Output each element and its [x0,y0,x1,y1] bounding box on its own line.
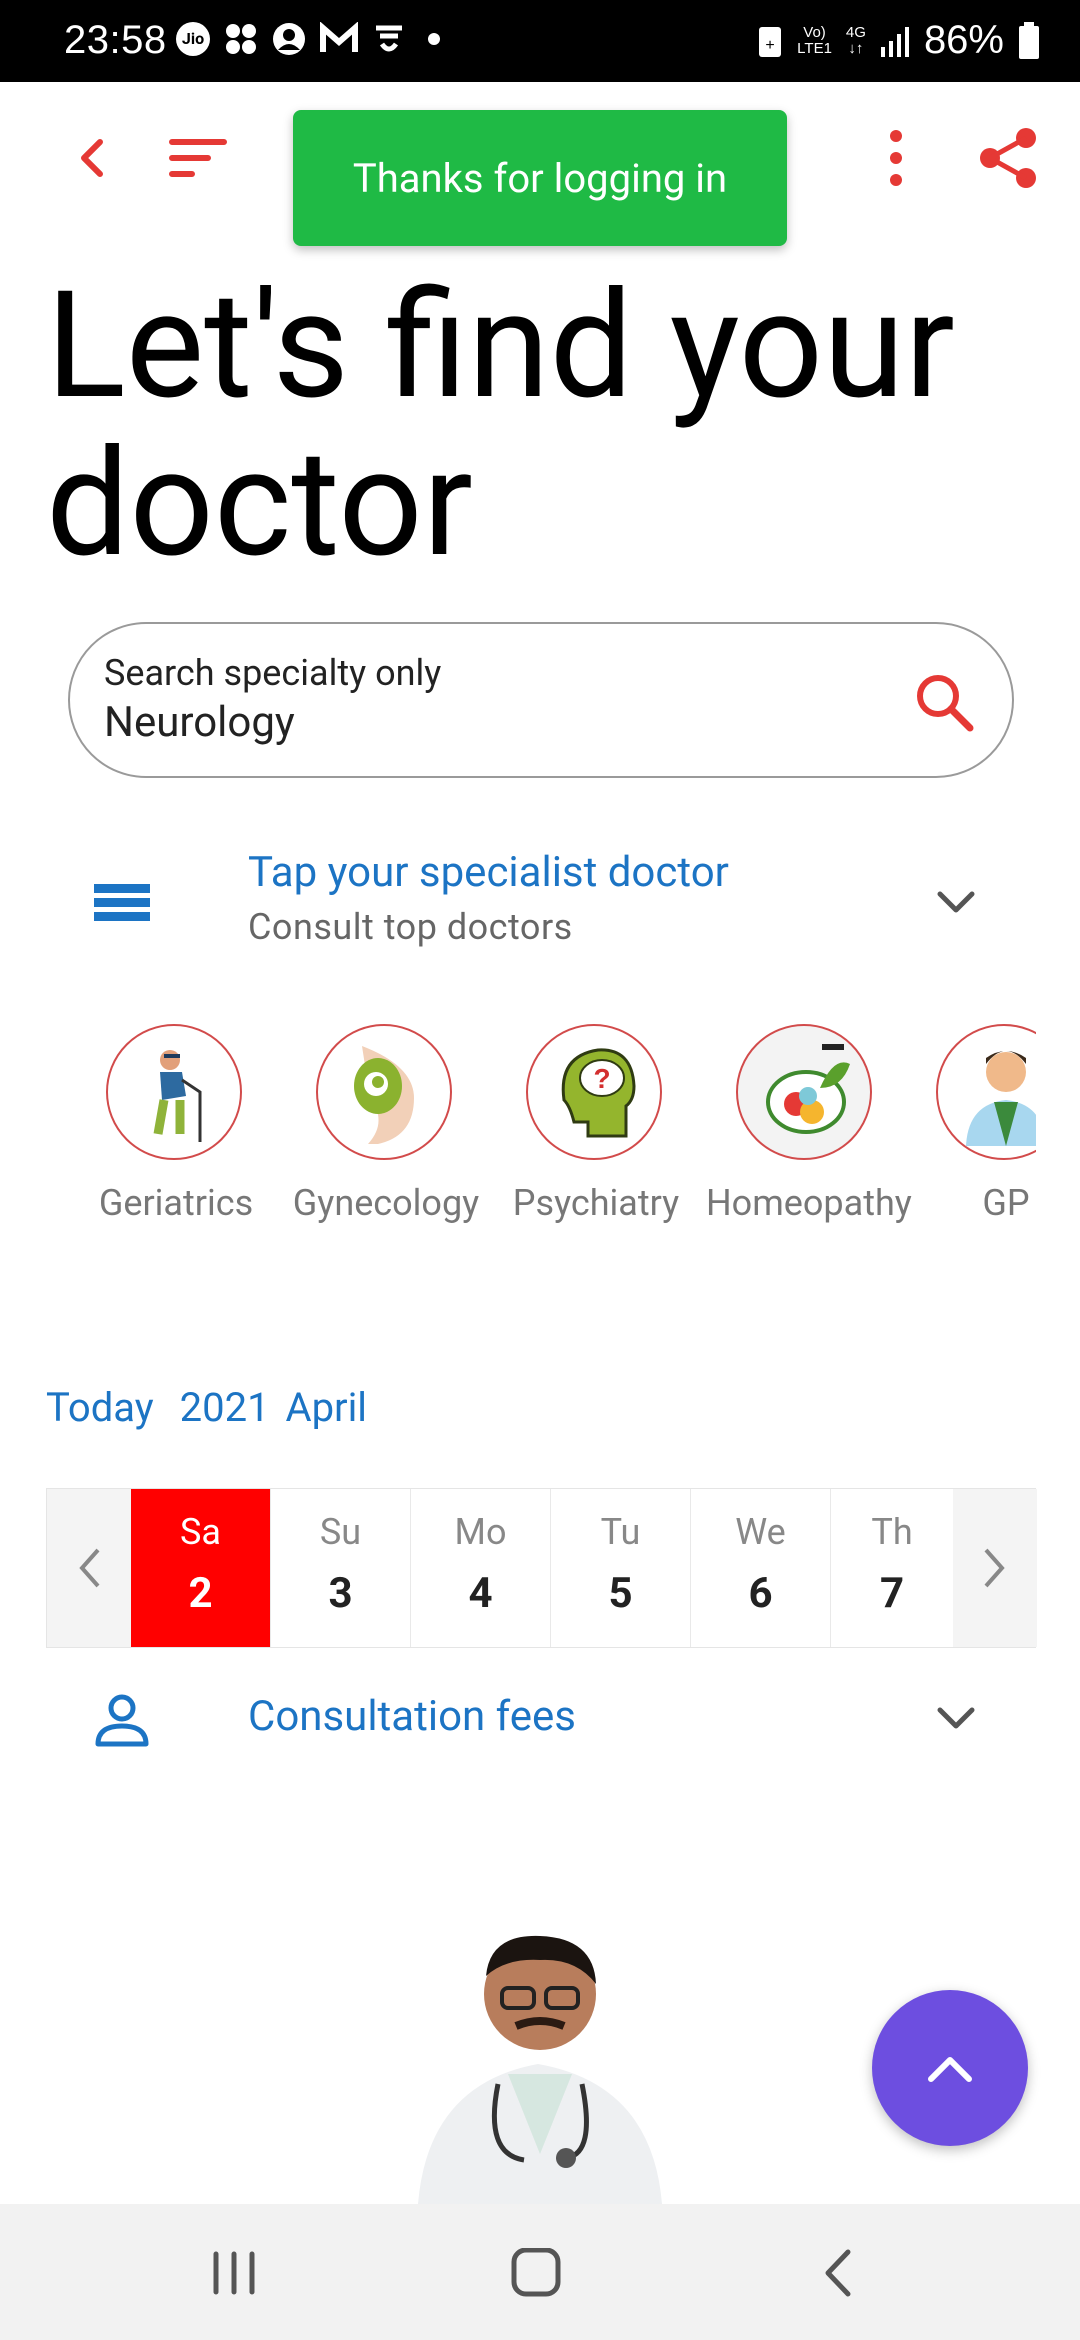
account-icon [273,23,305,55]
specialty-name: GP [982,1182,1030,1224]
consultation-fees-header[interactable]: Consultation fees [0,1680,1080,1780]
login-toast: Thanks for logging in [293,110,787,246]
specialty-name: Gynecology [292,1182,480,1224]
doctor-photo [418,1935,662,2204]
network-type: 4G ↓↑ [845,23,866,57]
specialty-item[interactable]: Homeopathy [706,1022,912,1242]
back-button[interactable] [52,118,132,198]
pregnancy-icon [316,1024,452,1160]
specialist-section-header[interactable]: Tap your specialist doctor Consult top d… [0,840,1080,970]
gmail-icon [320,22,358,52]
app-notification-icon [376,25,402,52]
share-icon [980,128,1036,188]
date-picker-strip: Sa 2 Su 3 Mo 4 Tu 5 We 6 Th 7 [46,1488,1037,1648]
specialty-name: Homeopathy [706,1182,912,1224]
specialty-item[interactable]: ? Psychiatry [496,1022,696,1242]
chevron-left-icon [79,1548,100,1588]
volte-indicator: Vo) LTE1 [797,23,832,57]
chevron-down-icon[interactable] [932,878,980,926]
date-header: Today 2021 April [46,1384,367,1431]
chevron-up-icon [928,2057,972,2082]
scroll-to-top-button[interactable] [872,1990,1028,2146]
specialty-item[interactable]: Geriatrics [76,1022,276,1242]
system-status: + Vo) LTE1 4G ↓↑ 86% [757,18,1040,63]
specialist-subtitle: Consult top doctors [248,906,573,948]
doctor-icon [936,1024,1036,1160]
specialty-list: Geriatrics Gynecology ? Psychiatry Homeo… [0,1022,1036,1242]
specialty-search-field[interactable]: Search specialty only Neurology [68,622,1014,778]
status-bar: 23:58 Jio + Vo) LTE1 4G ↓↑ 86% [0,0,1080,82]
search-label: Search specialty only [104,652,442,694]
chevron-left-icon [81,139,103,177]
back-nav-icon[interactable] [808,2248,868,2298]
specialty-item[interactable]: Gynecology [286,1022,486,1242]
data-saver-icon: + [759,26,782,57]
person-icon [95,1694,149,1747]
svg-text:?: ? [593,1063,610,1094]
herbs-icon [736,1024,872,1160]
search-input[interactable]: Neurology [104,698,295,747]
more-notifications-dot [428,33,440,45]
home-icon[interactable] [506,2248,566,2298]
sort-button[interactable] [158,118,238,198]
specialist-title: Tap your specialist doctor [248,848,729,897]
chevron-down-icon[interactable] [932,1694,980,1742]
day-cell[interactable]: Tu 5 [551,1489,691,1647]
day-cell[interactable]: Su 3 [271,1489,411,1647]
svg-text:+: + [766,37,775,54]
specialty-name: Psychiatry [512,1182,680,1224]
notification-icons: Jio [176,22,440,56]
day-cell[interactable]: We 6 [691,1489,831,1647]
more-vert-icon [890,130,902,186]
consultation-fees-title: Consultation fees [248,1692,576,1741]
day-cell[interactable]: Th 7 [831,1489,953,1647]
day-cell[interactable]: Sa 2 [131,1489,271,1647]
specialty-item[interactable]: GP [906,1022,1036,1242]
month-label: 2021 April [179,1384,368,1431]
recent-apps-icon[interactable] [204,2248,264,2298]
sort-icon [169,139,227,177]
page-title: Let's find your doctor [46,260,955,591]
next-week-button[interactable] [953,1489,1037,1647]
battery-percent: 86% [923,18,1004,62]
prev-week-button[interactable] [47,1489,131,1647]
day-cell[interactable]: Mo 4 [411,1489,551,1647]
specialty-name: Geriatrics [98,1182,254,1224]
head-question-icon: ? [526,1024,662,1160]
battery-icon [1019,21,1039,59]
more-options-button[interactable] [856,118,936,198]
search-icon[interactable] [912,670,976,734]
apps-icon [226,24,256,54]
status-time: 23:58 [64,18,167,62]
today-label: Today [46,1384,154,1431]
elderly-person-icon [106,1024,242,1160]
list-icon [94,884,150,921]
system-nav-bar [0,2204,1080,2340]
signal-icon [880,26,909,57]
chevron-right-icon [984,1548,1005,1588]
share-button[interactable] [968,118,1048,198]
jio-icon: Jio [176,22,210,56]
